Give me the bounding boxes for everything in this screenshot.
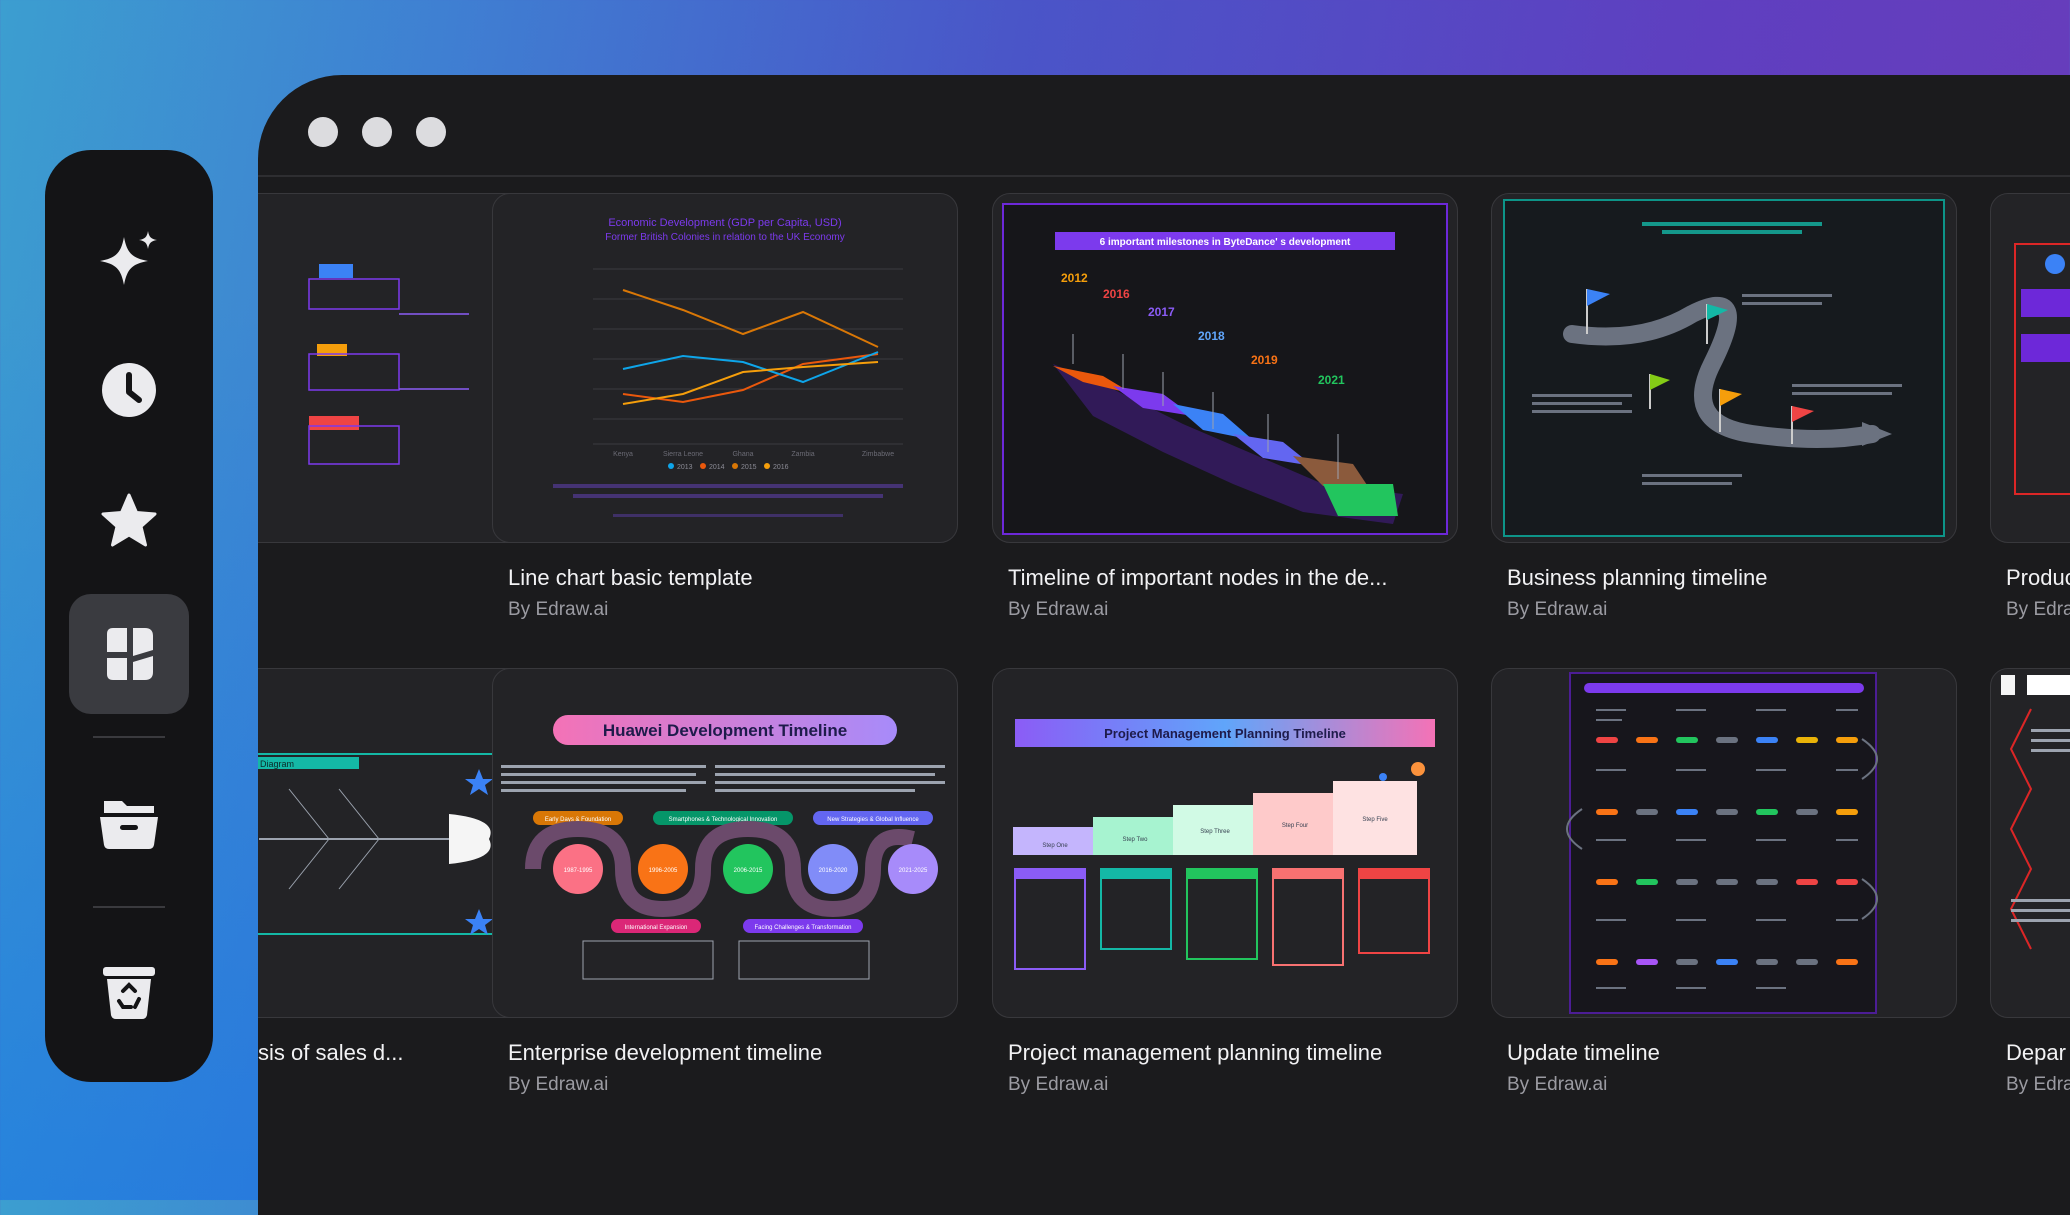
thumb-year: 2021 <box>1318 373 1345 387</box>
thumb-stage: New Strategies & Global Influence <box>827 817 919 823</box>
thumb-step: Step One <box>1042 843 1068 849</box>
title-bar <box>258 75 2070 177</box>
sidebar-item-templates[interactable] <box>69 594 189 714</box>
thumb-category: Kenya <box>613 451 633 458</box>
thumb-header: Project Management Planning Timeline <box>1104 726 1346 741</box>
thumb-circle: 1987-1995 <box>564 868 593 874</box>
thumb-subtitle: Former British Colonies in relation to t… <box>605 232 845 243</box>
thumb-step: Step Four <box>1282 823 1308 829</box>
card-author: By Edraw.ai <box>1008 599 1109 620</box>
template-thumbnail[interactable] <box>1491 193 1957 543</box>
template-thumbnail[interactable] <box>1491 668 1957 1018</box>
sparkle-icon <box>100 231 157 285</box>
templates-icon <box>107 628 153 680</box>
recycle-bin-icon <box>103 967 155 1019</box>
clock-icon <box>102 363 156 417</box>
thumb-circle: 2006-2015 <box>734 868 763 874</box>
template-thumbnail[interactable] <box>1990 193 2070 543</box>
star-icon <box>101 493 157 547</box>
template-thumbnail[interactable]: Huawei Development Timeline Early Days &… <box>492 668 958 1018</box>
card-title[interactable]: Enterprise development timeline <box>508 1040 822 1066</box>
thumb-legend: 2015 <box>741 464 757 471</box>
sidebar-item-favorites[interactable] <box>69 462 189 582</box>
thumb-legend: 2013 <box>677 464 693 471</box>
thumb-year: 2012 <box>1061 271 1088 285</box>
thumb-title: Economic Development (GDP per Capita, US… <box>608 217 841 229</box>
thumb-step: Step Two <box>1123 837 1149 843</box>
thumb-header: 6 important milestones in ByteDance' s d… <box>1100 237 1351 248</box>
thumb-circle: 2016-2020 <box>819 868 848 874</box>
thumb-stage: Facing Challenges & Transformation <box>754 925 851 931</box>
card-title[interactable]: Timeline of important nodes in the de... <box>1008 565 1388 591</box>
window-maximize-button[interactable] <box>416 117 446 147</box>
sidebar-item-ai[interactable] <box>69 200 189 320</box>
card-title[interactable]: Update timeline <box>1507 1040 1660 1066</box>
thumb-step: Step Five <box>1362 817 1388 823</box>
window-minimize-button[interactable] <box>362 117 392 147</box>
thumb-category: Zimbabwe <box>862 451 894 458</box>
sidebar-item-recycle-bin[interactable] <box>69 930 189 1050</box>
thumb-year: 2017 <box>1148 305 1175 319</box>
thumb-year: 2018 <box>1198 329 1225 343</box>
card-title[interactable]: Line chart basic template <box>508 565 753 591</box>
thumb-category: Zambia <box>791 451 814 458</box>
template-thumbnail[interactable]: Economic Development (GDP per Capita, US… <box>492 193 958 543</box>
sidebar-divider <box>93 906 165 908</box>
sidebar <box>45 150 213 1082</box>
thumb-circle: 2021-2025 <box>899 868 928 874</box>
thumb-step: Step Three <box>1200 829 1230 835</box>
template-thumbnail[interactable]: 6 important milestones in ByteDance' s d… <box>992 193 1458 543</box>
sidebar-item-files[interactable] <box>69 762 189 882</box>
card-title[interactable]: Business planning timeline <box>1507 565 1768 591</box>
card-author: By Edraw.ai <box>1008 1074 1109 1095</box>
card-author: By Edraw.ai <box>508 1074 609 1095</box>
template-thumbnail[interactable]: Project Management Planning Timeline Ste… <box>992 668 1458 1018</box>
thumb-year: 2016 <box>1103 287 1130 301</box>
main-window: Economic Development (GDP per Capita, US… <box>258 75 2070 1215</box>
card-author: By Edra <box>2006 1074 2070 1095</box>
folder-icon <box>100 801 158 849</box>
card-title[interactable]: sis of sales d... <box>258 1040 404 1066</box>
thumb-header: is Diagram <box>258 759 294 769</box>
card-title[interactable]: Depar <box>2006 1040 2066 1066</box>
thumb-legend: 2016 <box>773 464 789 471</box>
thumb-header: Huawei Development Timeline <box>603 721 847 740</box>
sidebar-divider <box>93 736 165 738</box>
card-author: By Edraw.ai <box>1507 599 1608 620</box>
thumb-category: Sierra Leone <box>663 451 703 458</box>
card-author: By Edraw.ai <box>508 599 609 620</box>
card-author: By Edraw.ai <box>1507 1074 1608 1095</box>
thumb-circle: 1996-2005 <box>649 868 678 874</box>
thumb-year: 2019 <box>1251 353 1278 367</box>
thumb-stage: International Expansion <box>625 925 688 931</box>
card-title[interactable]: Project management planning timeline <box>1008 1040 1382 1066</box>
card-title[interactable]: Produc <box>2006 565 2070 591</box>
thumb-legend: 2014 <box>709 464 725 471</box>
card-author: By Edra <box>2006 599 2070 620</box>
thumb-category: Ghana <box>732 451 753 458</box>
sidebar-item-recent[interactable] <box>69 330 189 450</box>
template-thumbnail[interactable] <box>1990 668 2070 1018</box>
window-close-button[interactable] <box>308 117 338 147</box>
